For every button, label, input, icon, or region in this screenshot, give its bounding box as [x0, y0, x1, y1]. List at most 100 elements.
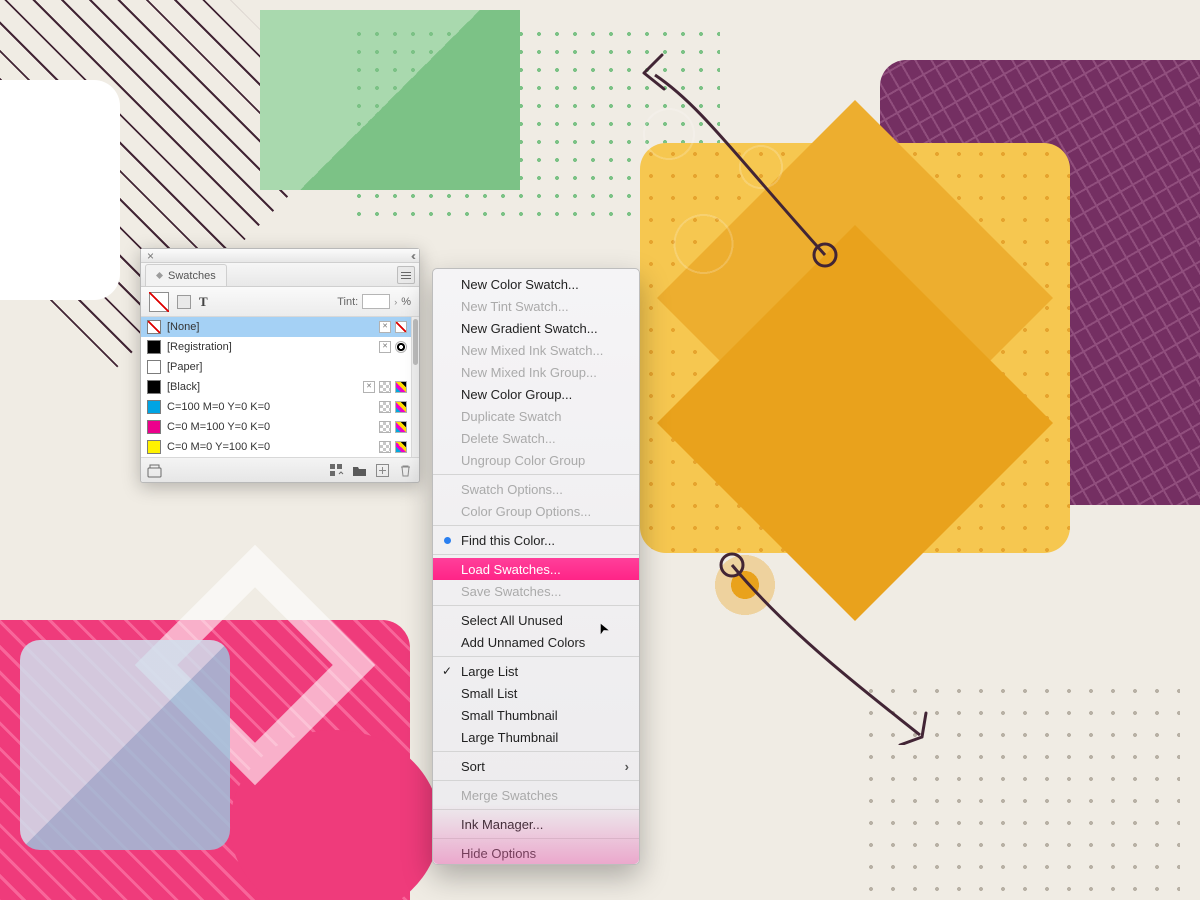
cmyk-icon — [395, 421, 407, 433]
menu-item-label: New Color Swatch... — [461, 277, 579, 292]
folder-icon[interactable] — [352, 463, 367, 478]
menu-item: New Tint Swatch... — [433, 295, 639, 317]
cmyk-icon — [395, 401, 407, 413]
menu-item: New Mixed Ink Swatch... — [433, 339, 639, 361]
swatch-attr-icons — [379, 341, 407, 353]
swatch-row[interactable]: [Registration] — [141, 337, 419, 357]
menu-item-label: Ungroup Color Group — [461, 453, 585, 468]
menu-item[interactable]: Select All Unused — [433, 609, 639, 631]
tint-stepper-icon[interactable]: › — [394, 297, 397, 307]
menu-item[interactable]: Add Unnamed Colors — [433, 631, 639, 653]
menu-item: Delete Swatch... — [433, 427, 639, 449]
menu-item[interactable]: Small List — [433, 682, 639, 704]
menu-item[interactable]: New Color Swatch... — [433, 273, 639, 295]
menu-item: Merge Swatches — [433, 784, 639, 806]
deco-grey-dots — [860, 680, 1180, 900]
swatch-row[interactable]: C=0 M=100 Y=0 K=0 — [141, 417, 419, 437]
menu-item[interactable]: Large Thumbnail — [433, 726, 639, 748]
menu-item[interactable]: Small Thumbnail — [433, 704, 639, 726]
menu-item-label: Hide Options — [461, 846, 536, 861]
menu-item-label: Find this Color... — [461, 533, 555, 548]
swatch-scrollbar[interactable] — [411, 317, 419, 457]
grid-icon — [379, 421, 391, 433]
swatch-label: C=100 M=0 Y=0 K=0 — [167, 401, 373, 413]
menu-separator — [433, 809, 639, 810]
new-swatch-icon[interactable] — [375, 463, 390, 478]
menu-item-label: Large Thumbnail — [461, 730, 558, 745]
trash-icon[interactable] — [398, 463, 413, 478]
swatch-label: [Black] — [167, 381, 357, 393]
close-icon[interactable]: × — [147, 249, 154, 263]
menu-item-label: Add Unnamed Colors — [461, 635, 585, 650]
menu-item-label: New Mixed Ink Swatch... — [461, 343, 603, 358]
tint-label: Tint: — [337, 296, 358, 308]
tab-swatches-label: Swatches — [168, 270, 216, 282]
menu-item-label: Merge Swatches — [461, 788, 558, 803]
swatch-attr-icons — [363, 381, 407, 393]
x-icon — [363, 381, 375, 393]
show-groups-icon[interactable] — [329, 463, 344, 478]
swatch-row[interactable]: [Black] — [141, 377, 419, 397]
menu-item[interactable]: ✓ Large List — [433, 660, 639, 682]
menu-item-label: Large List — [461, 664, 518, 679]
panel-flyout-button[interactable] — [397, 266, 415, 284]
menu-separator — [433, 838, 639, 839]
tint-input[interactable] — [362, 294, 390, 309]
swatch-chip — [147, 400, 161, 414]
none-icon — [395, 321, 407, 333]
menu-item[interactable]: Sort — [433, 755, 639, 777]
menu-separator — [433, 525, 639, 526]
swatch-attr-icons — [379, 441, 407, 453]
swatch-attr-icons — [379, 421, 407, 433]
menu-separator — [433, 780, 639, 781]
formatting-text-icon[interactable]: T — [199, 295, 208, 308]
swatch-row[interactable]: [None] — [141, 317, 419, 337]
menu-item-label: Save Swatches... — [461, 584, 561, 599]
swatch-chip — [147, 440, 161, 454]
menu-item-label: Color Group Options... — [461, 504, 591, 519]
panel-flyout-menu: New Color Swatch...New Tint Swatch...New… — [432, 268, 640, 865]
menu-item[interactable]: New Color Group... — [433, 383, 639, 405]
swatch-chip — [147, 360, 161, 374]
deco-blue-triangle — [20, 640, 230, 850]
menu-separator — [433, 656, 639, 657]
swatch-chip — [147, 320, 161, 334]
fill-swatch[interactable] — [149, 292, 169, 312]
cmyk-icon — [395, 441, 407, 453]
tint-unit: % — [401, 296, 411, 308]
menu-item-label: Load Swatches... — [461, 562, 561, 577]
x-icon — [379, 341, 391, 353]
menu-item-label: Sort — [461, 759, 485, 774]
menu-item[interactable]: Load Swatches... — [433, 558, 639, 580]
tab-handle-icon — [156, 272, 163, 279]
menu-item: Color Group Options... — [433, 500, 639, 522]
target-icon — [395, 341, 407, 353]
menu-item: Save Swatches... — [433, 580, 639, 602]
formatting-container-icon[interactable] — [177, 295, 191, 309]
collapse-icon[interactable]: ‹‹ — [411, 249, 413, 263]
swatch-row[interactable]: [Paper] — [141, 357, 419, 377]
menu-item: New Mixed Ink Group... — [433, 361, 639, 383]
swatch-row[interactable]: C=0 M=0 Y=100 K=0 — [141, 437, 419, 457]
new-group-icon[interactable] — [147, 463, 162, 478]
swatch-label: [None] — [167, 321, 373, 333]
menu-separator — [433, 605, 639, 606]
deco-pulse-dot — [710, 550, 780, 620]
tint-control: Tint: › % — [337, 294, 411, 309]
grid-icon — [379, 401, 391, 413]
swatch-label: C=0 M=0 Y=100 K=0 — [167, 441, 373, 453]
panel-titlebar[interactable]: × ‹‹ — [141, 249, 419, 263]
menu-item[interactable]: Hide Options — [433, 842, 639, 864]
menu-item[interactable]: New Gradient Swatch... — [433, 317, 639, 339]
cmyk-icon — [395, 381, 407, 393]
panel-footer — [141, 458, 419, 482]
check-icon: ✓ — [442, 664, 452, 678]
menu-item: Ungroup Color Group — [433, 449, 639, 471]
swatch-label: C=0 M=100 Y=0 K=0 — [167, 421, 373, 433]
menu-item[interactable]: Find this Color... — [433, 529, 639, 551]
menu-item-label: Ink Manager... — [461, 817, 543, 832]
tab-swatches[interactable]: Swatches — [145, 264, 227, 286]
swatch-row[interactable]: C=100 M=0 Y=0 K=0 — [141, 397, 419, 417]
menu-item[interactable]: Ink Manager... — [433, 813, 639, 835]
swatch-chip — [147, 420, 161, 434]
